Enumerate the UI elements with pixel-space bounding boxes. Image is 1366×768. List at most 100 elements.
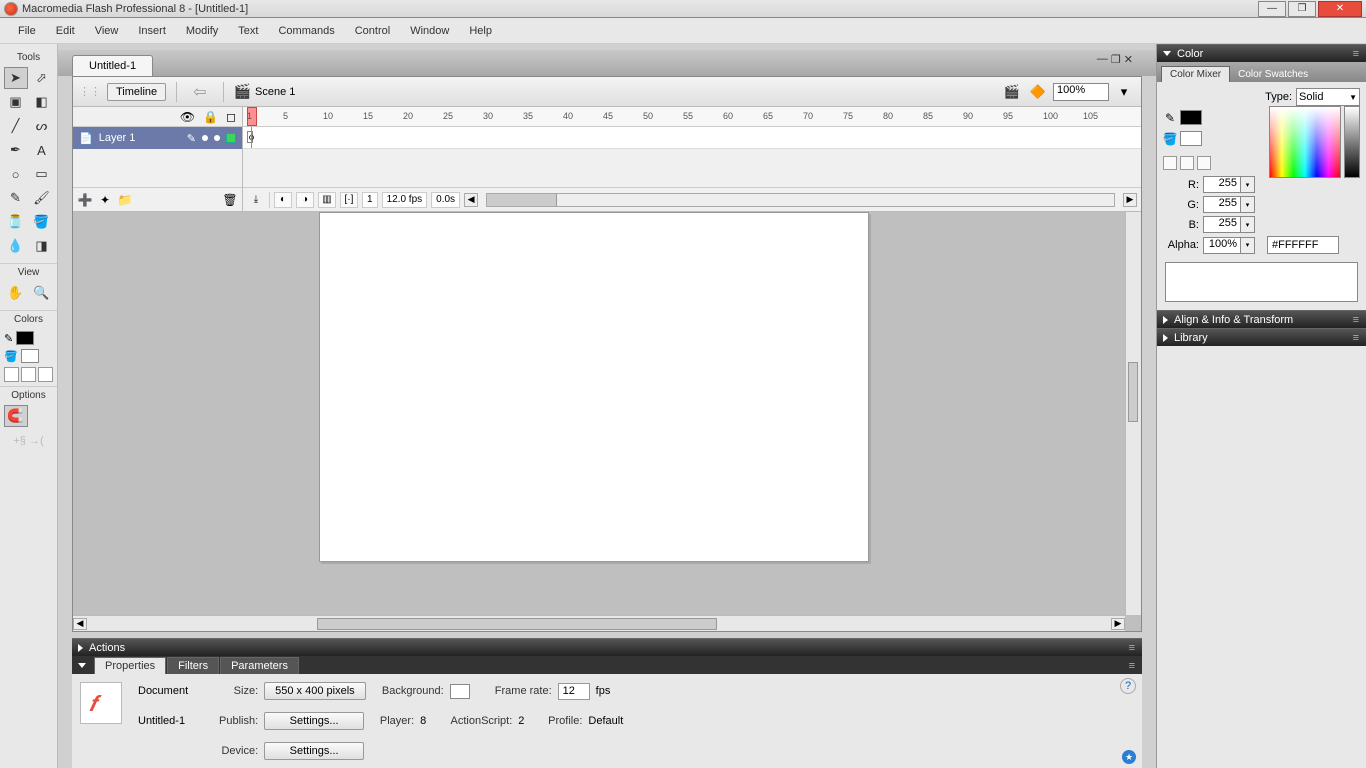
value-slider[interactable] <box>1344 106 1360 178</box>
line-tool[interactable]: ╱ <box>4 115 28 137</box>
no-color-icon[interactable] <box>21 367 36 382</box>
gradient-transform-tool[interactable]: ◧ <box>30 91 54 113</box>
b-input[interactable]: 255 <box>1203 216 1241 233</box>
swap-colors-icon[interactable] <box>38 367 53 382</box>
add-layer-icon[interactable]: ➕ <box>77 192 93 208</box>
lasso-tool[interactable]: ᔕ <box>30 115 54 137</box>
timeline-toggle[interactable]: Timeline <box>107 83 166 101</box>
doc-tab[interactable]: Untitled-1 <box>72 55 153 76</box>
layer-outline-sq[interactable] <box>226 133 236 143</box>
onion-markers-icon[interactable]: [·] <box>340 192 358 208</box>
default-colors-icon[interactable] <box>1163 156 1177 170</box>
stroke-color[interactable] <box>16 331 34 345</box>
edit-symbol-icon[interactable]: 🔶 <box>1027 81 1049 103</box>
frame-scrollbar[interactable] <box>486 193 1115 207</box>
color-panel-header[interactable]: Color ≡ <box>1157 44 1366 62</box>
rectangle-tool[interactable]: ▭ <box>30 163 54 185</box>
r-stepper[interactable]: ▾ <box>1241 176 1255 193</box>
tab-properties[interactable]: Properties <box>94 657 166 674</box>
color-picker[interactable] <box>1269 106 1341 178</box>
mdi-close[interactable]: ✕ <box>1124 53 1133 66</box>
snap-option[interactable]: 🧲 <box>4 405 28 427</box>
tab-color-swatches[interactable]: Color Swatches <box>1230 67 1316 82</box>
tab-filters[interactable]: Filters <box>167 657 219 674</box>
menu-edit[interactable]: Edit <box>46 21 85 41</box>
oval-tool[interactable]: ○ <box>4 163 28 185</box>
menu-text[interactable]: Text <box>228 21 268 41</box>
layer-lock-dot[interactable] <box>214 135 220 141</box>
outline-icon[interactable]: ◻ <box>226 110 236 124</box>
fill-color[interactable] <box>21 349 39 363</box>
brush-tool[interactable]: 🖌 <box>30 187 54 209</box>
back-button[interactable]: ⇦ <box>187 82 212 102</box>
stage-viewport[interactable]: ◀ ▶ <box>73 212 1141 631</box>
eye-icon[interactable]: 👁 <box>180 110 195 124</box>
add-guide-icon[interactable]: ✦ <box>97 192 113 208</box>
panel-menu-icon[interactable]: ≡ <box>1129 642 1136 654</box>
no-color-icon[interactable] <box>1180 156 1194 170</box>
swap-colors-icon[interactable] <box>1197 156 1211 170</box>
size-button[interactable]: 550 x 400 pixels <box>264 682 366 700</box>
hand-tool[interactable]: ✋ <box>4 282 28 304</box>
delete-layer-icon[interactable]: 🗑 <box>222 192 238 208</box>
pen-tool[interactable]: ✒ <box>4 139 28 161</box>
zoom-dropdown-icon[interactable]: ▾ <box>1113 81 1135 103</box>
mdi-min[interactable]: — <box>1097 53 1108 66</box>
layer-row[interactable]: 📄 Layer 1 ✎ <box>73 127 242 149</box>
scroll-right-icon[interactable]: ▶ <box>1123 193 1137 207</box>
stage[interactable] <box>319 212 869 562</box>
panel-menu-icon[interactable]: ≡ <box>1353 314 1360 326</box>
horizontal-scrollbar[interactable]: ◀ ▶ <box>73 615 1125 631</box>
actions-header[interactable]: Actions ≡ <box>72 638 1142 656</box>
framerate-input[interactable]: 12 <box>558 683 590 700</box>
alpha-stepper[interactable]: ▾ <box>1241 237 1255 254</box>
hscroll-right-icon[interactable]: ▶ <box>1111 618 1125 630</box>
minimize-button[interactable]: — <box>1258 1 1286 17</box>
tab-color-mixer[interactable]: Color Mixer <box>1161 66 1230 82</box>
edit-multiple-icon[interactable]: ▥ <box>318 192 336 208</box>
scroll-left-icon[interactable]: ◀ <box>464 193 478 207</box>
zoom-level[interactable]: 100% <box>1053 83 1109 101</box>
edit-scene-icon[interactable]: 🎬 <box>1001 81 1023 103</box>
grip-icon[interactable]: ⋮⋮ <box>79 85 101 98</box>
free-transform-tool[interactable]: ▣ <box>4 91 28 113</box>
subselect-tool[interactable]: ⬀ <box>30 67 54 89</box>
menu-file[interactable]: File <box>8 21 46 41</box>
ink-bottle-tool[interactable]: 🫙 <box>4 211 28 233</box>
r-input[interactable]: 255 <box>1203 176 1241 193</box>
frames-track[interactable] <box>243 127 1141 149</box>
stroke-swatch[interactable] <box>1180 110 1202 125</box>
eraser-tool[interactable]: ◨ <box>30 235 54 257</box>
layer-vis-dot[interactable] <box>202 135 208 141</box>
center-frame-icon[interactable]: ⤓ <box>247 192 265 208</box>
onion-skin-icon[interactable]: ◐ <box>274 192 292 208</box>
background-swatch[interactable] <box>450 684 470 699</box>
type-select[interactable]: Solid▼ <box>1296 88 1360 106</box>
scene-crumb[interactable]: 🎬 Scene 1 <box>234 83 296 100</box>
menu-help[interactable]: Help <box>459 21 502 41</box>
text-tool[interactable]: A <box>30 139 54 161</box>
library-panel-header[interactable]: Library ≡ <box>1157 328 1366 346</box>
pencil-tool[interactable]: ✎ <box>4 187 28 209</box>
tab-parameters[interactable]: Parameters <box>220 657 299 674</box>
selection-tool[interactable]: ➤ <box>4 67 28 89</box>
default-colors-icon[interactable] <box>4 367 19 382</box>
b-stepper[interactable]: ▾ <box>1241 216 1255 233</box>
mdi-restore[interactable]: ❐ <box>1111 53 1121 66</box>
menu-window[interactable]: Window <box>400 21 459 41</box>
panel-menu-icon[interactable]: ≡ <box>1353 332 1360 344</box>
paint-bucket-tool[interactable]: 🪣 <box>30 211 54 233</box>
help-icon[interactable]: ? <box>1120 678 1136 694</box>
menu-insert[interactable]: Insert <box>128 21 176 41</box>
frame-ruler[interactable]: 1 5 10 15 20 25 30 35 40 45 50 55 <box>243 107 1141 127</box>
menu-view[interactable]: View <box>85 21 129 41</box>
vertical-scrollbar[interactable] <box>1125 212 1141 615</box>
align-panel-header[interactable]: Align & Info & Transform ≡ <box>1157 310 1366 328</box>
publish-settings-button[interactable]: Settings... <box>264 712 364 730</box>
device-settings-button[interactable]: Settings... <box>264 742 364 760</box>
keyframe[interactable] <box>247 131 253 143</box>
menu-control[interactable]: Control <box>345 21 400 41</box>
accessibility-icon[interactable]: ★ <box>1122 750 1136 764</box>
restore-button[interactable]: ❐ <box>1288 1 1316 17</box>
onion-outline-icon[interactable]: ◑ <box>296 192 314 208</box>
